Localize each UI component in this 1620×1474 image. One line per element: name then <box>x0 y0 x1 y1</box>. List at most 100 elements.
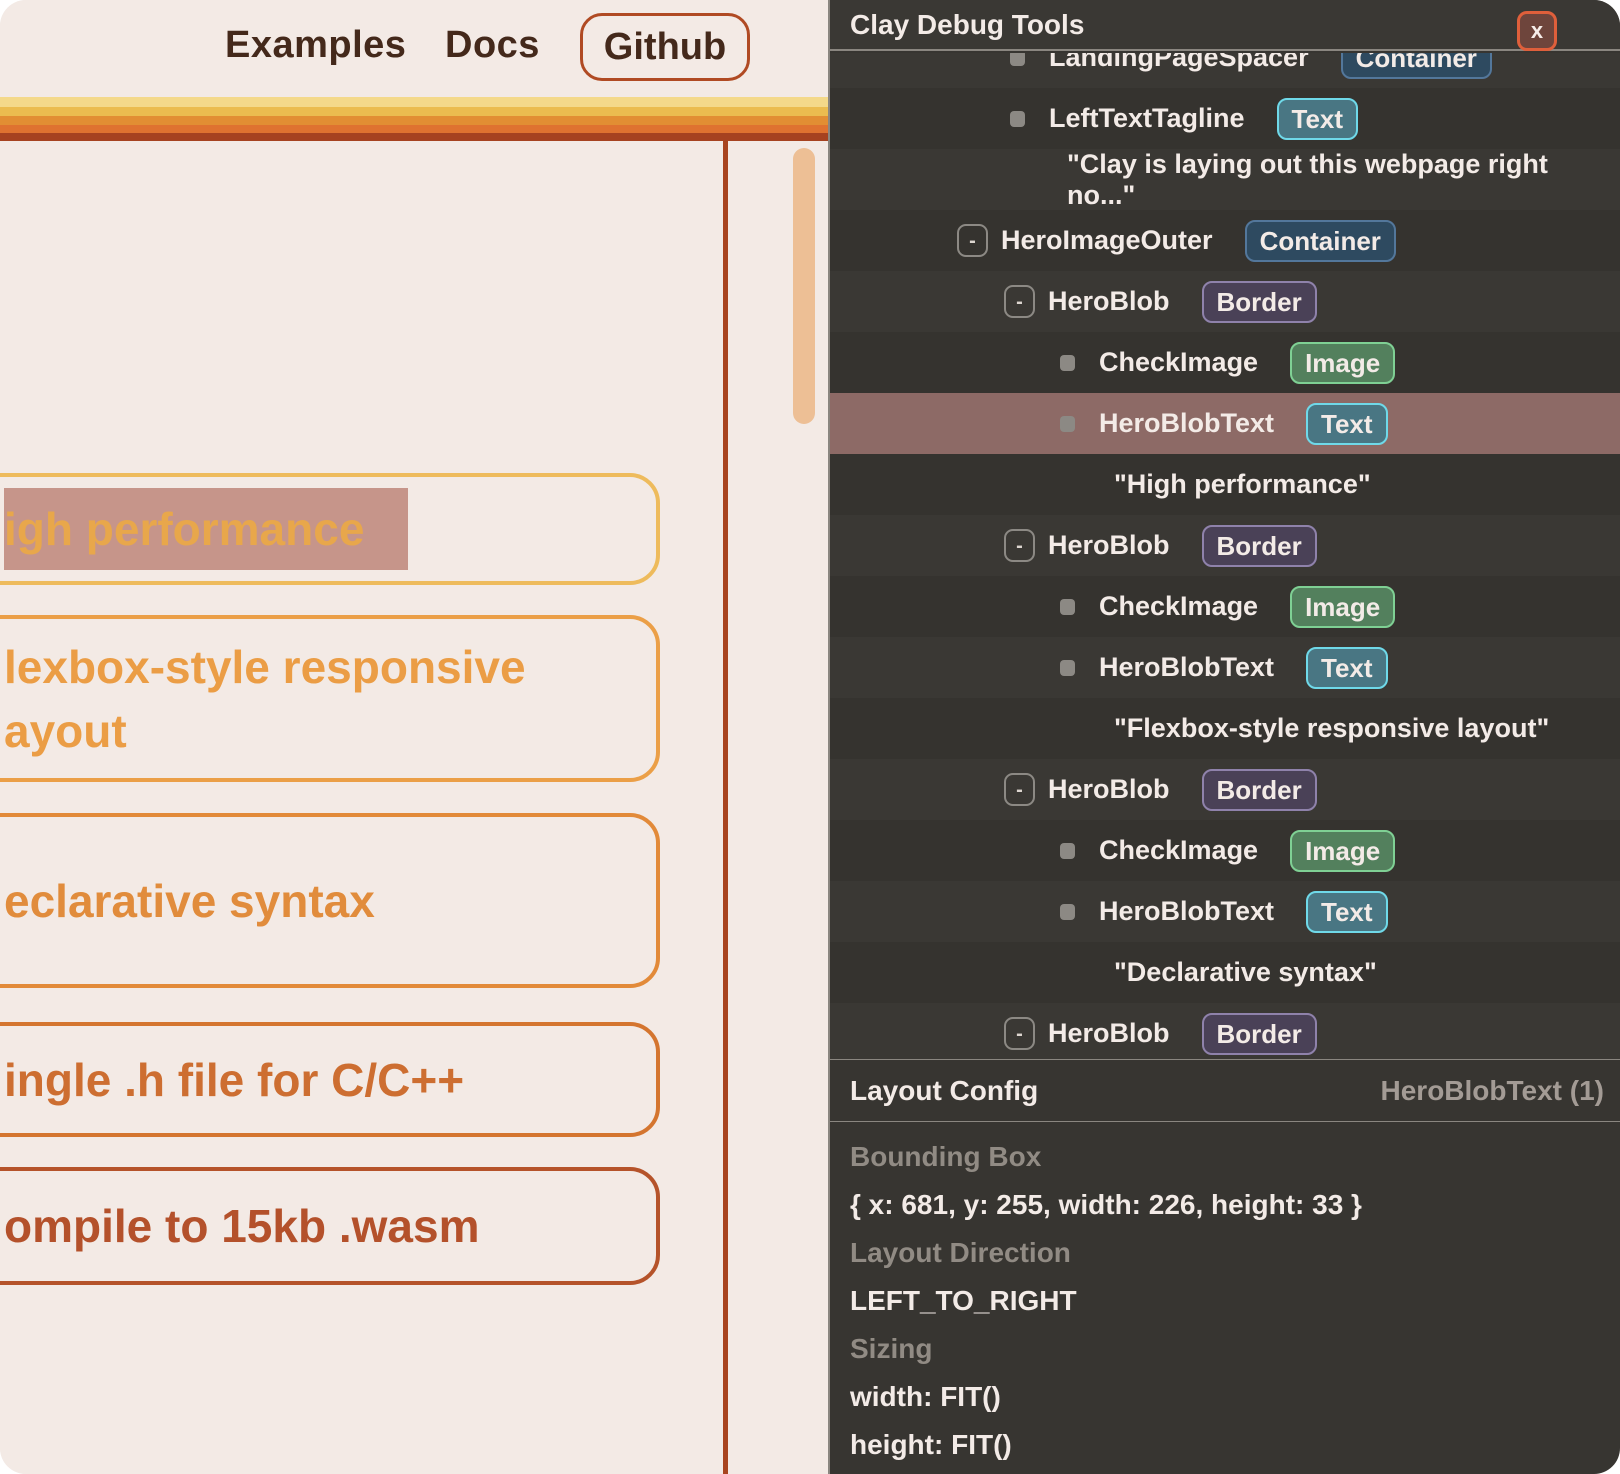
tree-element-row[interactable]: -HeroImageOuter Container <box>830 210 1620 271</box>
element-type-badge[interactable]: Text <box>1277 98 1359 140</box>
tree-element-row[interactable]: HeroBlobText Text <box>830 881 1620 942</box>
nav-link-examples[interactable]: Examples <box>225 24 406 67</box>
element-text-content: "Declarative syntax" <box>1114 957 1377 988</box>
element-name: HeroBlobText <box>1099 408 1274 439</box>
leaf-bullet-icon <box>1010 111 1025 127</box>
leaf-bullet-icon <box>1060 843 1075 859</box>
tree-element-row[interactable]: HeroBlobText Text <box>830 393 1620 454</box>
tree-text-preview-row[interactable]: "Flexbox-style responsive layout" <box>830 698 1620 759</box>
element-name: LandingPageSpacer <box>1049 53 1309 73</box>
element-type-badge[interactable]: Image <box>1290 830 1395 872</box>
hero-feature-text: lexbox-style responsive <box>4 635 656 699</box>
hero-feature-box: lexbox-style responsiveayout <box>0 615 660 782</box>
element-type-badge[interactable]: Text <box>1306 647 1388 689</box>
collapse-toggle-icon[interactable]: - <box>1004 773 1035 806</box>
clay-debug-panel: Clay Debug Tools x LandingPageSpacer Cont… <box>828 0 1620 1474</box>
element-tree: LandingPageSpacer Container LeftTextTaglin… <box>830 53 1620 1059</box>
element-name: LeftTextTagline <box>1049 103 1245 134</box>
close-button[interactable]: x <box>1517 11 1557 51</box>
tree-element-row[interactable]: CheckImage Image <box>830 820 1620 881</box>
selected-element-label: HeroBlobText (1) <box>1381 1075 1605 1107</box>
leaf-bullet-icon <box>1060 599 1075 615</box>
element-type-badge[interactable]: Container <box>1341 53 1492 79</box>
leaf-bullet-icon <box>1060 355 1075 371</box>
hero-feature-box: igh performance <box>0 473 660 585</box>
layout-config-list: Bounding Box{ x: 681, y: 255, width: 226… <box>850 1133 1600 1469</box>
nav-link-docs[interactable]: Docs <box>445 24 540 67</box>
stripe-band <box>0 116 828 125</box>
element-name: HeroBlobText <box>1099 652 1274 683</box>
element-name: HeroBlob <box>1048 1018 1170 1049</box>
github-button[interactable]: Github <box>580 13 750 81</box>
leaf-bullet-icon <box>1060 416 1075 432</box>
element-name: HeroBlob <box>1048 530 1170 561</box>
hero-feature-text: ayout <box>4 699 656 763</box>
collapse-toggle-icon[interactable]: - <box>957 224 988 257</box>
element-type-badge[interactable]: Border <box>1202 1013 1317 1055</box>
tree-element-row[interactable]: LandingPageSpacer Container <box>830 53 1620 88</box>
config-field-label: Sizing <box>850 1325 1600 1373</box>
tree-text-preview-row[interactable]: "Clay is laying out this webpage right n… <box>830 149 1620 210</box>
config-field-value: { x: 681, y: 255, width: 226, height: 33… <box>850 1181 1600 1229</box>
hero-feature-text: ingle .h file for C/C++ <box>4 1048 656 1112</box>
element-type-badge[interactable]: Text <box>1306 891 1388 933</box>
config-field-value: width: FIT() <box>850 1373 1600 1421</box>
element-name: CheckImage <box>1099 591 1258 622</box>
tree-element-row[interactable]: CheckImage Image <box>830 576 1620 637</box>
element-text-content: "Clay is laying out this webpage right n… <box>1067 149 1620 211</box>
element-type-badge[interactable]: Border <box>1202 525 1317 567</box>
tree-element-row[interactable]: HeroBlobText Text <box>830 637 1620 698</box>
tree-text-preview-row[interactable]: "High performance" <box>830 454 1620 515</box>
element-name: HeroBlobText <box>1099 896 1274 927</box>
element-name: HeroBlob <box>1048 286 1170 317</box>
hero-feature-box: ompile to 15kb .wasm <box>0 1167 660 1285</box>
tree-element-row[interactable]: -HeroBlob Border <box>830 759 1620 820</box>
collapse-toggle-icon[interactable]: - <box>1004 285 1035 318</box>
config-field-label: Layout Direction <box>850 1229 1600 1277</box>
collapse-toggle-icon[interactable]: - <box>1004 529 1035 562</box>
element-name: HeroImageOuter <box>1001 225 1213 256</box>
website-page: Examples Docs Github igh performance lexb… <box>0 0 828 1474</box>
config-field-label: Bounding Box <box>850 1133 1600 1181</box>
element-text-content: "High performance" <box>1114 469 1371 500</box>
debug-panel-title: Clay Debug Tools <box>850 9 1084 41</box>
debug-highlight-overlay: igh performance <box>4 488 408 570</box>
element-name: HeroBlob <box>1048 774 1170 805</box>
leaf-bullet-icon <box>1060 904 1075 920</box>
hero-feature-box: ingle .h file for C/C++ <box>0 1022 660 1137</box>
stripe-band <box>0 97 828 107</box>
element-type-badge[interactable]: Container <box>1245 220 1396 262</box>
element-text-content: "Flexbox-style responsive layout" <box>1114 713 1549 744</box>
leaf-bullet-icon <box>1010 53 1025 66</box>
element-name: CheckImage <box>1099 347 1258 378</box>
element-type-badge[interactable]: Border <box>1202 281 1317 323</box>
element-name: CheckImage <box>1099 835 1258 866</box>
leaf-bullet-icon <box>1060 660 1075 676</box>
debug-panel-header: Clay Debug Tools <box>830 0 1620 51</box>
page-scrollbar-thumb[interactable] <box>793 148 815 424</box>
element-type-badge[interactable]: Text <box>1306 403 1388 445</box>
element-type-badge[interactable]: Border <box>1202 769 1317 811</box>
element-type-badge[interactable]: Image <box>1290 342 1395 384</box>
stripe-band <box>0 125 828 133</box>
stripe-band <box>0 107 828 116</box>
tree-element-row[interactable]: -HeroBlob Border <box>830 271 1620 332</box>
tree-element-row[interactable]: LeftTextTagline Text <box>830 88 1620 149</box>
tree-element-row[interactable]: -HeroBlob Border <box>830 515 1620 576</box>
tree-element-row[interactable]: -HeroBlob Border <box>830 1003 1620 1059</box>
hero-feature-text: igh performance <box>4 488 656 570</box>
element-type-badge[interactable]: Image <box>1290 586 1395 628</box>
hero-feature-text: eclarative syntax <box>4 869 656 933</box>
config-field-value: height: FIT() <box>850 1421 1600 1469</box>
screenshot-root: Examples Docs Github igh performance lexb… <box>0 0 1620 1474</box>
layout-config-title: Layout Config <box>850 1075 1038 1107</box>
hero-feature-text: ompile to 15kb .wasm <box>4 1194 656 1258</box>
layout-config-header: Layout Config HeroBlobText (1) <box>830 1059 1620 1122</box>
page-column-divider <box>723 141 728 1474</box>
config-field-value: LEFT_TO_RIGHT <box>850 1277 1600 1325</box>
collapse-toggle-icon[interactable]: - <box>1004 1017 1035 1050</box>
hero-feature-box: eclarative syntax <box>0 813 660 988</box>
tree-text-preview-row[interactable]: "Declarative syntax" <box>830 942 1620 1003</box>
tree-element-row[interactable]: CheckImage Image <box>830 332 1620 393</box>
stripe-band <box>0 133 828 141</box>
